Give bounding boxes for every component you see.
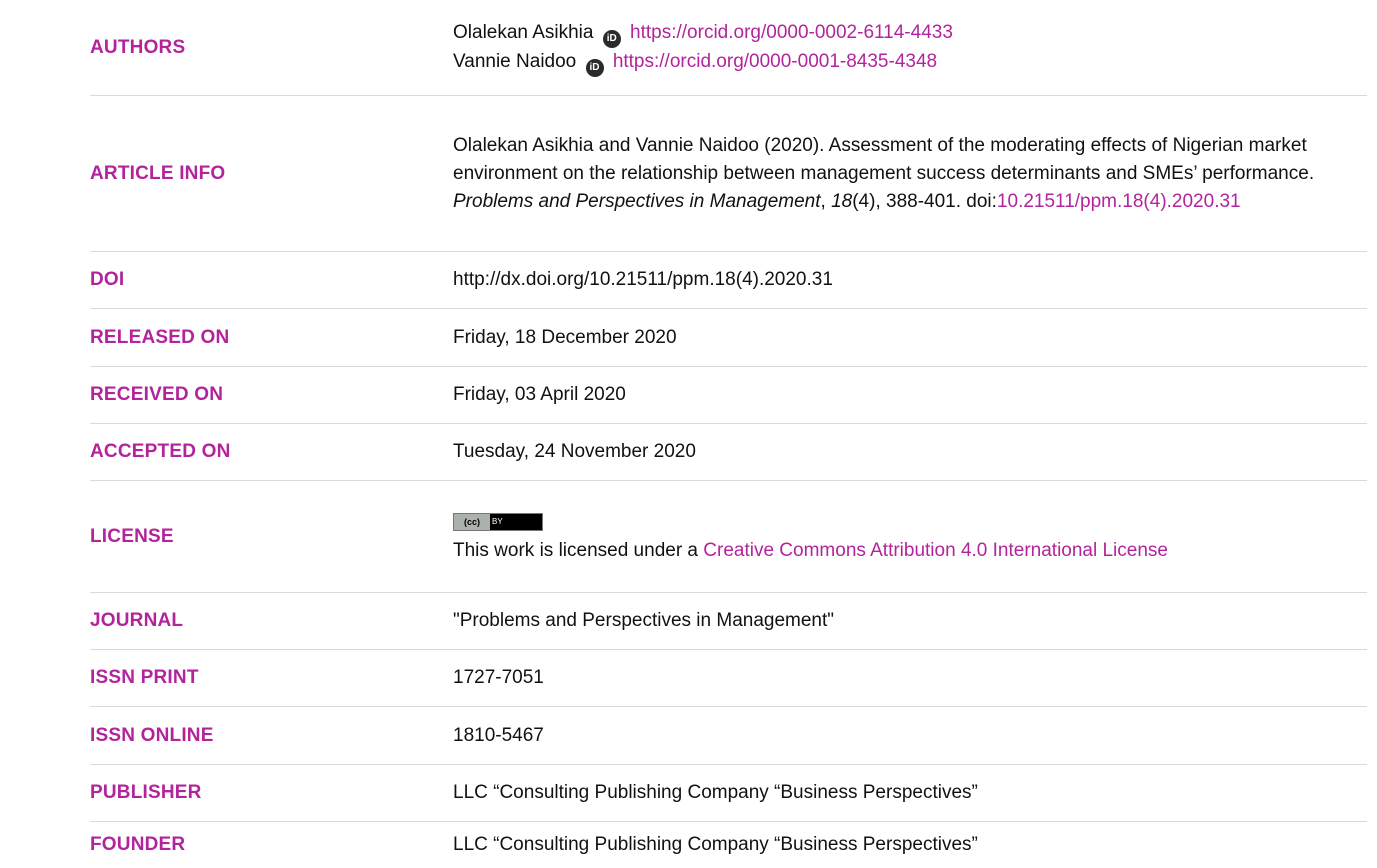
row-accepted-on: ACCEPTED ON Tuesday, 24 November 2020 [90,424,1367,481]
row-doi: DOI http://dx.doi.org/10.21511/ppm.18(4)… [90,252,1367,309]
orcid-link[interactable]: https://orcid.org/0000-0002-6114-4433 [630,22,953,43]
row-journal: JOURNAL "Problems and Perspectives in Ma… [90,593,1367,650]
row-publisher: PUBLISHER LLC “Consulting Publishing Com… [90,765,1367,822]
row-founder: FOUNDER LLC “Consulting Publishing Compa… [90,822,1367,868]
cc-badge-right: BY [492,517,503,527]
doi-label: DOI [90,269,125,290]
row-received-on: RECEIVED ON Friday, 03 April 2020 [90,367,1367,424]
author-line: Vannie Naidoo iD https://orcid.org/0000-… [453,48,1377,77]
citation-doi-link[interactable]: 10.21511/ppm.18(4).2020.31 [997,191,1241,212]
issn-online-value: 1810-5467 [453,724,544,746]
orcid-id-icon: iD [585,58,604,77]
license-link[interactable]: Creative Commons Attribution 4.0 Interna… [703,540,1168,561]
journal-value: "Problems and Perspectives in Management… [453,610,835,631]
released-on-value: Friday, 18 December 2020 [453,326,677,348]
journal-label: JOURNAL [90,610,184,631]
row-authors: AUTHORS Olalekan Asikhia iD https://orci… [90,0,1367,96]
publisher-label: PUBLISHER [90,782,202,803]
article-citation: Olalekan Asikhia and Vannie Naidoo (2020… [453,132,1377,216]
issn-print-label: ISSN PRINT [90,667,199,688]
publisher-value: LLC “Consulting Publishing Company “Busi… [453,782,978,803]
row-issn-print: ISSN PRINT 1727-7051 [90,650,1367,707]
citation-issue-pages: (4), 388-401. doi: [852,190,997,212]
article-info-sheet: AUTHORS Olalekan Asikhia iD https://orci… [0,0,1377,868]
license-label: LICENSE [90,525,174,547]
authors-value: Olalekan Asikhia iD https://orcid.org/00… [453,19,1377,77]
citation-separator: , [820,190,832,212]
orcid-id-icon: iD [602,29,621,48]
founder-value: LLC “Consulting Publishing Company “Busi… [453,834,978,855]
issn-online-label: ISSN ONLINE [90,724,214,746]
author-name: Vannie Naidoo [453,50,577,72]
doi-value: http://dx.doi.org/10.21511/ppm.18(4).202… [453,269,833,290]
license-value: (cc) BY This work is licensed under a Cr… [453,509,1377,565]
cc-by-badge-icon[interactable]: (cc) BY [453,513,543,532]
author-name: Olalekan Asikhia [453,21,594,43]
author-line: Olalekan Asikhia iD https://orcid.org/00… [453,19,1377,48]
authors-label: AUTHORS [90,36,186,58]
article-info-label: ARTICLE INFO [90,162,226,184]
citation-journal: Problems and Perspectives in Management [453,190,821,212]
accepted-on-value: Tuesday, 24 November 2020 [453,441,696,462]
license-text: This work is licensed under a [453,539,704,561]
citation-text: Olalekan Asikhia and Vannie Naidoo (2020… [453,134,1315,184]
row-article-info: ARTICLE INFO Olalekan Asikhia and Vannie… [90,96,1367,252]
cc-badge-left: (cc) [454,514,490,531]
accepted-on-label: ACCEPTED ON [90,441,231,462]
orcid-link[interactable]: https://orcid.org/0000-0001-8435-4348 [613,51,937,72]
issn-print-value: 1727-7051 [453,667,544,688]
founder-label: FOUNDER [90,834,186,855]
received-on-value: Friday, 03 April 2020 [453,384,626,405]
row-license: LICENSE (cc) BY This work is licensed un… [90,481,1367,593]
row-released-on: RELEASED ON Friday, 18 December 2020 [90,309,1367,367]
released-on-label: RELEASED ON [90,326,230,348]
received-on-label: RECEIVED ON [90,384,224,405]
citation-volume: 18 [831,190,853,212]
row-issn-online: ISSN ONLINE 1810-5467 [90,707,1367,765]
